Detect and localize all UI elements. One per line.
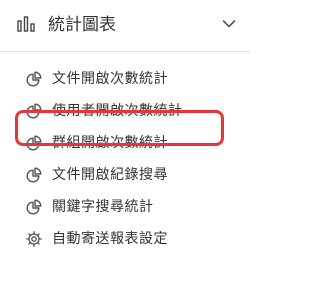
- menu-item-auto-report-settings[interactable]: 自動寄送報表設定: [0, 224, 250, 256]
- pie-chart-icon: [26, 199, 42, 215]
- menu-item-label: 群組開啟次數統計: [52, 135, 168, 151]
- menu-item-document-open-count[interactable]: 文件開啟次數統計: [0, 64, 250, 96]
- pie-chart-icon: [26, 167, 42, 183]
- statistics-menu: 文件開啟次數統計 使用者開啟次數統計 群組開啟次數統計 文件開啟紀錄搜尋 關鍵字…: [0, 64, 250, 256]
- menu-item-user-open-count[interactable]: 使用者開啟次數統計: [0, 96, 250, 128]
- pie-chart-icon: [26, 71, 42, 87]
- bar-chart-icon: [17, 16, 35, 32]
- menu-item-label: 關鍵字搜尋統計: [52, 199, 154, 215]
- section-title: 統計圖表: [48, 15, 116, 35]
- statistics-chart-header[interactable]: 統計圖表: [0, 0, 250, 52]
- menu-item-label: 文件開啟紀錄搜尋: [52, 167, 168, 183]
- statistics-chart-panel: 統計圖表 文件開啟次數統計 使用者開啟次數統計 群組開啟次數統計 文件開啟紀錄搜…: [0, 0, 250, 288]
- menu-item-group-open-count[interactable]: 群組開啟次數統計: [0, 128, 250, 160]
- menu-item-label: 自動寄送報表設定: [52, 231, 168, 247]
- pie-chart-icon: [26, 103, 42, 119]
- menu-item-document-open-log-search[interactable]: 文件開啟紀錄搜尋: [0, 160, 250, 192]
- gear-icon: [26, 231, 42, 247]
- menu-item-label: 使用者開啟次數統計: [52, 103, 183, 119]
- pie-chart-icon: [26, 135, 42, 151]
- menu-item-label: 文件開啟次數統計: [52, 71, 168, 87]
- menu-item-keyword-search-stats[interactable]: 關鍵字搜尋統計: [0, 192, 250, 224]
- chevron-down-icon[interactable]: [222, 19, 236, 29]
